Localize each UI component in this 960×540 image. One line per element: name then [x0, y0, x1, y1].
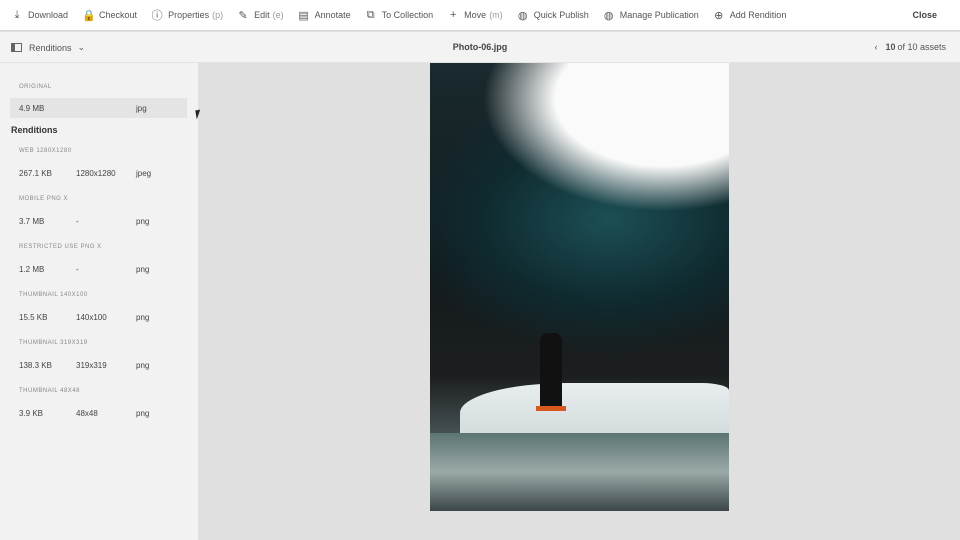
globe-settings-icon: ◍	[603, 9, 614, 22]
label: Annotate	[314, 10, 351, 20]
shortcut: (m)	[489, 10, 503, 20]
rendition-row[interactable]: 138.3 KB 319x319 png	[10, 355, 187, 375]
pager-current: 10	[885, 42, 896, 52]
asset-preview-image	[430, 63, 729, 511]
lock-icon: 🔒	[82, 9, 96, 22]
toolbar-quick-publish-button[interactable]: ◍ Quick Publish	[517, 9, 589, 22]
label: Download	[28, 10, 69, 20]
toolbar-checkout-button[interactable]: 🔒 Checkout	[82, 9, 137, 22]
type: png	[136, 216, 150, 226]
size: 267.1 KB	[19, 168, 52, 178]
type: jpg	[136, 103, 147, 113]
pager-total: of 10 assets	[897, 42, 946, 52]
label: Edit	[254, 10, 270, 20]
label: Checkout	[99, 10, 138, 20]
label: Move	[464, 10, 487, 20]
original-row[interactable]: 4.9 MB jpg	[10, 98, 187, 118]
toolbar-add-rendition-button[interactable]: ⊕ Add Rendition	[713, 9, 787, 22]
toolbar-move-button[interactable]: + Move (m)	[447, 9, 503, 21]
person	[540, 333, 562, 411]
sub-header: Renditions ⌄ Photo-06.jpg ‹ 10 of 10 asset…	[0, 32, 960, 63]
rendition-name: THUMBNAIL 48X48	[19, 388, 80, 394]
type: png	[136, 312, 150, 322]
asset-title: Photo-06.jpg	[452, 42, 508, 52]
shortcut: (p)	[212, 10, 224, 20]
add-circle-icon: ⊕	[714, 9, 724, 22]
type: png	[136, 408, 150, 418]
rendition-name: WEB 1280X1280	[19, 148, 72, 154]
chevron-left-icon[interactable]: ‹	[874, 42, 877, 52]
label: Quick Publish	[533, 10, 589, 20]
label: Add Rendition	[729, 10, 787, 20]
pencil-icon: ✎	[238, 9, 248, 22]
dimensions: 48x48	[76, 408, 98, 418]
dimensions: -	[76, 216, 79, 226]
collection-icon: ⧉	[366, 8, 375, 21]
rendition-name: MOBILE PNG X	[19, 196, 69, 202]
rendition-row[interactable]: 267.1 KB 1280x1280 jpeg	[10, 163, 187, 183]
rendition-row[interactable]: 3.7 MB - png	[10, 211, 187, 231]
rendition-name: RESTRICTED USE PNG X	[19, 244, 102, 250]
type: png	[136, 264, 150, 274]
dimensions: -	[76, 264, 79, 274]
toolbar-to-collection-button[interactable]: ⧉ To Collection	[365, 8, 434, 22]
water	[430, 433, 729, 511]
rendition-name: THUMBNAIL 140X100	[19, 292, 88, 298]
size: 3.7 MB	[19, 216, 45, 226]
rendition-row[interactable]: 3.9 KB 48x48 png	[10, 403, 187, 423]
dimensions: 1280x1280	[76, 168, 116, 178]
toolbar-manage-publication-button[interactable]: ◍ Manage Publication	[603, 9, 699, 22]
label: Properties	[168, 10, 210, 20]
size: 3.9 KB	[19, 408, 44, 418]
annotate-icon: ▤	[298, 9, 309, 22]
toolbar: ⤓ Download 🔒 Checkout ⓘ Properties (p) ✎ Edit (e)…	[0, 0, 960, 31]
dimensions: 140x100	[76, 312, 107, 322]
label: To Collection	[381, 10, 434, 20]
toolbar-properties-button[interactable]: ⓘ Properties (p)	[151, 7, 224, 23]
size: 15.5 KB	[19, 312, 48, 322]
renditions-panel: ORIGINAL 4.9 MB jpg Renditions WEB 1280X…	[0, 63, 198, 540]
size: 1.2 MB	[19, 264, 45, 274]
asset-pager: ‹ 10 of 10 assets	[874, 42, 946, 52]
toolbar-edit-button[interactable]: ✎ Edit (e)	[237, 9, 284, 22]
original-label: ORIGINAL	[19, 84, 52, 90]
close-button[interactable]: Close	[912, 10, 937, 20]
type: png	[136, 360, 150, 370]
plus-icon: +	[449, 9, 457, 21]
info-icon: ⓘ	[151, 10, 163, 22]
size: 4.9 MB	[19, 103, 45, 113]
size: 138.3 KB	[19, 360, 52, 370]
download-icon: ⤓	[14, 8, 20, 21]
boots	[536, 406, 566, 411]
dimensions: 319x319	[76, 360, 107, 370]
mouse-cursor	[195, 109, 202, 120]
rendition-row[interactable]: 1.2 MB - png	[10, 259, 187, 279]
toolbar-download-button[interactable]: ⤓ Download	[11, 9, 68, 22]
toolbar-annotate-button[interactable]: ▤ Annotate	[298, 9, 351, 22]
globe-icon: ◍	[517, 9, 528, 22]
type: jpeg	[136, 168, 152, 178]
label: Manage Publication	[619, 10, 699, 20]
shortcut: (e)	[272, 10, 284, 20]
rendition-row[interactable]: 15.5 KB 140x100 png	[10, 307, 187, 327]
renditions-heading: Renditions	[11, 125, 58, 135]
rendition-name: THUMBNAIL 319X319	[19, 340, 88, 346]
